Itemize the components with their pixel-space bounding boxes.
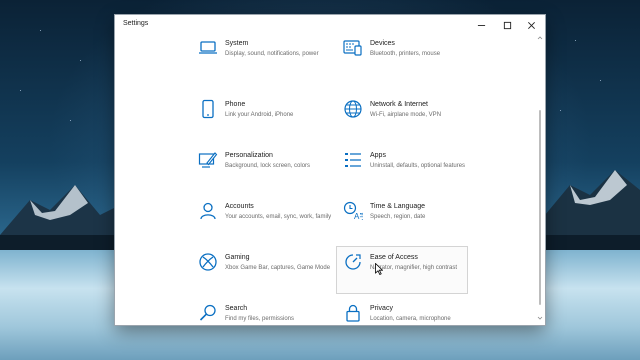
minimize-button[interactable] <box>469 15 493 35</box>
title-bar[interactable]: Settings <box>115 15 545 35</box>
setting-name: Devices <box>370 40 395 47</box>
person-icon <box>198 201 218 221</box>
setting-desc: Background, lock screen, colors <box>225 163 311 169</box>
window-title: Settings <box>123 20 149 27</box>
setting-network[interactable]: Network & Internet Wi-Fi, airplane mode,… <box>343 99 493 139</box>
xbox-icon <box>198 252 218 272</box>
search-icon <box>198 303 218 323</box>
setting-accounts[interactable]: Accounts Your accounts, email, sync, wor… <box>198 201 348 241</box>
svg-text:A字: A字 <box>354 211 363 221</box>
settings-grid: System Display, sound, notifications, po… <box>115 35 533 325</box>
lock-icon <box>343 303 363 323</box>
setting-name: Personalization <box>225 152 273 159</box>
keyboard-icon <box>343 38 363 58</box>
setting-search[interactable]: Search Find my files, permissions <box>198 303 348 343</box>
scroll-down-icon[interactable] <box>537 315 543 321</box>
globe-icon <box>343 99 363 119</box>
brush-icon <box>198 150 218 170</box>
setting-desc: Narrator, magnifier, high contrast <box>370 265 458 271</box>
setting-desc: Bluetooth, printers, mouse <box>370 51 441 57</box>
setting-time-language[interactable]: A字 Time & Language Speech, region, date <box>343 201 493 241</box>
setting-apps[interactable]: Apps Uninstall, defaults, optional featu… <box>343 150 493 190</box>
setting-phone[interactable]: Phone Link your Android, iPhone <box>198 99 348 139</box>
laptop-icon <box>198 38 218 58</box>
setting-desc: Wi-Fi, airplane mode, VPN <box>370 112 442 118</box>
scrollbar-thumb[interactable] <box>539 110 541 305</box>
scroll-up-icon[interactable] <box>537 35 543 41</box>
setting-desc: Display, sound, notifications, power <box>225 51 319 57</box>
setting-gaming[interactable]: Gaming Xbox Game Bar, captures, Game Mod… <box>198 252 348 292</box>
mouse-pointer-icon <box>375 263 383 275</box>
setting-desc: Find my files, permissions <box>225 316 295 322</box>
setting-devices[interactable]: Devices Bluetooth, printers, mouse <box>343 38 493 78</box>
minimize-icon <box>477 24 485 26</box>
setting-privacy[interactable]: Privacy Location, camera, microphone <box>343 303 493 343</box>
setting-desc: Link your Android, iPhone <box>225 112 294 118</box>
setting-desc: Xbox Game Bar, captures, Game Mode <box>225 265 331 271</box>
apps-list-icon <box>343 150 363 170</box>
phone-icon <box>198 99 218 119</box>
setting-desc: Uninstall, defaults, optional features <box>370 163 466 169</box>
setting-desc: Speech, region, date <box>370 214 426 220</box>
setting-name: Network & Internet <box>370 101 428 108</box>
close-icon <box>527 21 535 29</box>
maximize-icon <box>503 21 511 29</box>
setting-name: Phone <box>225 101 246 108</box>
setting-name: Privacy <box>370 305 393 312</box>
setting-name: Ease of Access <box>370 254 418 261</box>
ease-of-access-icon <box>343 252 363 272</box>
vertical-scrollbar[interactable] <box>537 35 543 321</box>
setting-name: Gaming <box>225 254 250 261</box>
setting-name: Accounts <box>225 203 254 210</box>
setting-name: Time & Language <box>370 203 425 210</box>
setting-system[interactable]: System Display, sound, notifications, po… <box>198 38 348 78</box>
setting-name: Apps <box>370 152 386 159</box>
time-language-icon: A字 <box>343 201 367 221</box>
maximize-button[interactable] <box>495 15 519 35</box>
setting-name: Search <box>225 305 248 312</box>
settings-window: Settings System Display, sound, notifica… <box>115 15 545 325</box>
setting-desc: Your accounts, email, sync, work, family <box>225 214 332 220</box>
setting-ease-of-access[interactable]: Ease of Access Narrator, magnifier, high… <box>336 246 468 294</box>
setting-desc: Location, camera, microphone <box>370 316 451 322</box>
close-button[interactable] <box>519 15 543 35</box>
setting-personalization[interactable]: Personalization Background, lock screen,… <box>198 150 348 190</box>
setting-name: System <box>225 40 249 47</box>
